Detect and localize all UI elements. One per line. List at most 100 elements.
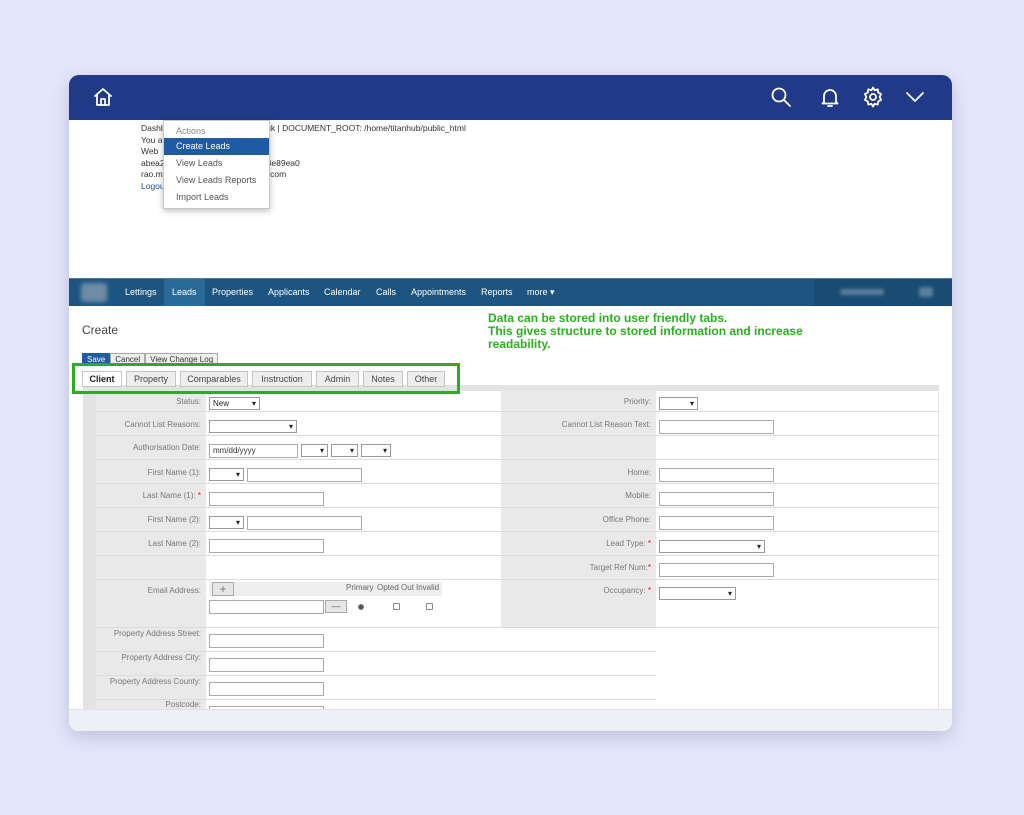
menu-item-view-leads-reports[interactable]: View Leads Reports <box>164 172 269 189</box>
menu-item-create-leads[interactable]: Create Leads <box>164 138 269 155</box>
nav-item-applicants[interactable]: Applicants <box>260 279 318 306</box>
chevron-down-icon[interactable] <box>903 85 927 109</box>
last-name-1-input[interactable] <box>209 492 324 506</box>
row-divider <box>96 627 938 628</box>
nav-item-calls[interactable]: Calls <box>368 279 404 306</box>
page-title: Create <box>82 323 119 337</box>
first-name-2-input[interactable] <box>247 516 362 530</box>
priority-select[interactable] <box>659 397 698 410</box>
auth-hour-select[interactable] <box>301 444 328 457</box>
row-divider <box>96 483 938 484</box>
last-name-1-label-text: Last Name (1): <box>142 491 196 500</box>
debug-line-1b: o.co.uk | DOCUMENT_ROOT: /home/titanhub/… <box>247 123 466 133</box>
remove-email-button[interactable]: — <box>325 600 347 613</box>
actions-dropdown: Actions Create Leads View Leads View Lea… <box>163 120 270 209</box>
nav-item-appointments[interactable]: Appointments <box>403 279 474 306</box>
row-divider <box>96 555 938 556</box>
first-name-1-label: First Name (1): <box>147 468 201 477</box>
email-label: Email Address: <box>147 586 201 595</box>
cannot-list-select[interactable] <box>209 420 297 433</box>
opted-out-checkbox[interactable] <box>393 603 400 610</box>
row-divider <box>96 411 938 412</box>
nav-item-properties[interactable]: Properties <box>204 279 261 306</box>
nav-item-leads[interactable]: Leads <box>164 279 205 306</box>
form-panel: Status: Cannot List Reasons: Authorisati… <box>83 385 939 715</box>
target-ref-label: Target Ref Num:* <box>501 563 651 572</box>
client-form: Status: Cannot List Reasons: Authorisati… <box>96 391 938 715</box>
home-phone-input[interactable] <box>659 468 774 482</box>
debug-line-5a: rao.m <box>141 169 163 180</box>
debug-line-5b: .com <box>267 169 287 180</box>
auth-date-input[interactable]: mm/dd/yyyy <box>209 444 298 458</box>
nav-item-lettings[interactable]: Lettings <box>117 279 165 306</box>
home-label: Home: <box>627 468 651 477</box>
target-ref-input[interactable] <box>659 563 774 577</box>
target-ref-label-text: Target Ref Num: <box>589 563 648 572</box>
top-bar <box>69 75 952 120</box>
actions-heading: Actions <box>176 126 206 136</box>
auth-minute-select[interactable] <box>331 444 358 457</box>
debug-line-4b: 3e89ea0 <box>266 157 300 168</box>
row-divider <box>96 531 938 532</box>
primary-radio[interactable] <box>358 604 364 610</box>
main-nav: Lettings Leads Properties Applicants Cal… <box>69 278 952 306</box>
lead-type-label-text: Lead Type: <box>606 539 646 548</box>
cannot-list-label: Cannot List Reasons: <box>124 420 202 429</box>
add-email-button[interactable]: + <box>212 582 234 596</box>
bell-icon[interactable] <box>818 85 842 109</box>
row-divider <box>96 675 656 676</box>
lead-type-select[interactable] <box>659 540 765 553</box>
occupancy-select[interactable] <box>659 587 736 600</box>
title-2-select[interactable] <box>209 516 244 529</box>
nav-item-reports[interactable]: Reports <box>473 279 521 306</box>
auth-date-label: Authorisation Date: <box>132 443 201 452</box>
priority-label: Priority: <box>623 397 651 406</box>
nav-item-calendar[interactable]: Calendar <box>316 279 369 306</box>
street-input[interactable] <box>209 634 324 648</box>
auth-date-placeholder: mm/dd/yyyy <box>213 446 256 455</box>
office-phone-label: Office Phone: <box>602 515 651 524</box>
user-menu[interactable] <box>814 279 952 306</box>
email-col-opted-out: Opted Out <box>377 583 414 592</box>
street-label: Property Address Street: <box>113 629 201 638</box>
search-icon[interactable] <box>769 85 793 109</box>
last-name-1-label: Last Name (1): * <box>96 491 201 500</box>
status-value: New <box>213 399 230 408</box>
last-name-2-label: Last Name (2): <box>148 539 201 548</box>
nav-item-more[interactable]: more ▾ <box>519 279 563 306</box>
office-phone-input[interactable] <box>659 516 774 530</box>
required-marker: * <box>647 563 651 572</box>
left-label-column <box>96 391 206 715</box>
invalid-checkbox[interactable] <box>426 603 433 610</box>
postcode-label: Postcode: <box>165 700 201 709</box>
home-icon[interactable] <box>91 85 115 109</box>
row-divider <box>96 459 938 460</box>
row-divider <box>96 651 656 652</box>
county-input[interactable] <box>209 682 324 696</box>
menu-item-import-leads[interactable]: Import Leads <box>164 189 269 206</box>
annotation-line-3: readability. <box>488 337 551 351</box>
debug-line-1a: Dashl <box>141 123 163 133</box>
mobile-input[interactable] <box>659 492 774 506</box>
title-1-select[interactable] <box>209 468 244 481</box>
user-name-blurred <box>840 289 884 295</box>
auth-ampm-select[interactable] <box>361 444 391 457</box>
app-window: Dashl o.co.uk | DOCUMENT_ROOT: /home/tita… <box>69 75 952 731</box>
email-input[interactable] <box>209 600 324 614</box>
required-marker: * <box>647 586 651 595</box>
last-name-2-input[interactable] <box>209 539 324 553</box>
brand-logo[interactable] <box>81 283 107 302</box>
cannot-list-text-input[interactable] <box>659 420 774 434</box>
annotation-callout: Data can be stored into user friendly ta… <box>488 312 803 351</box>
status-select[interactable]: New <box>209 397 260 410</box>
city-input[interactable] <box>209 658 324 672</box>
first-name-2-label: First Name (2): <box>147 515 201 524</box>
menu-item-view-leads[interactable]: View Leads <box>164 155 269 172</box>
gear-icon[interactable] <box>861 85 885 109</box>
cannot-list-text-label: Cannot List Reason Text: <box>561 420 651 429</box>
first-name-1-input[interactable] <box>247 468 362 482</box>
row-divider <box>96 507 938 508</box>
row-divider <box>96 435 938 436</box>
required-marker: * <box>197 491 201 500</box>
status-label: Status: <box>176 397 201 406</box>
